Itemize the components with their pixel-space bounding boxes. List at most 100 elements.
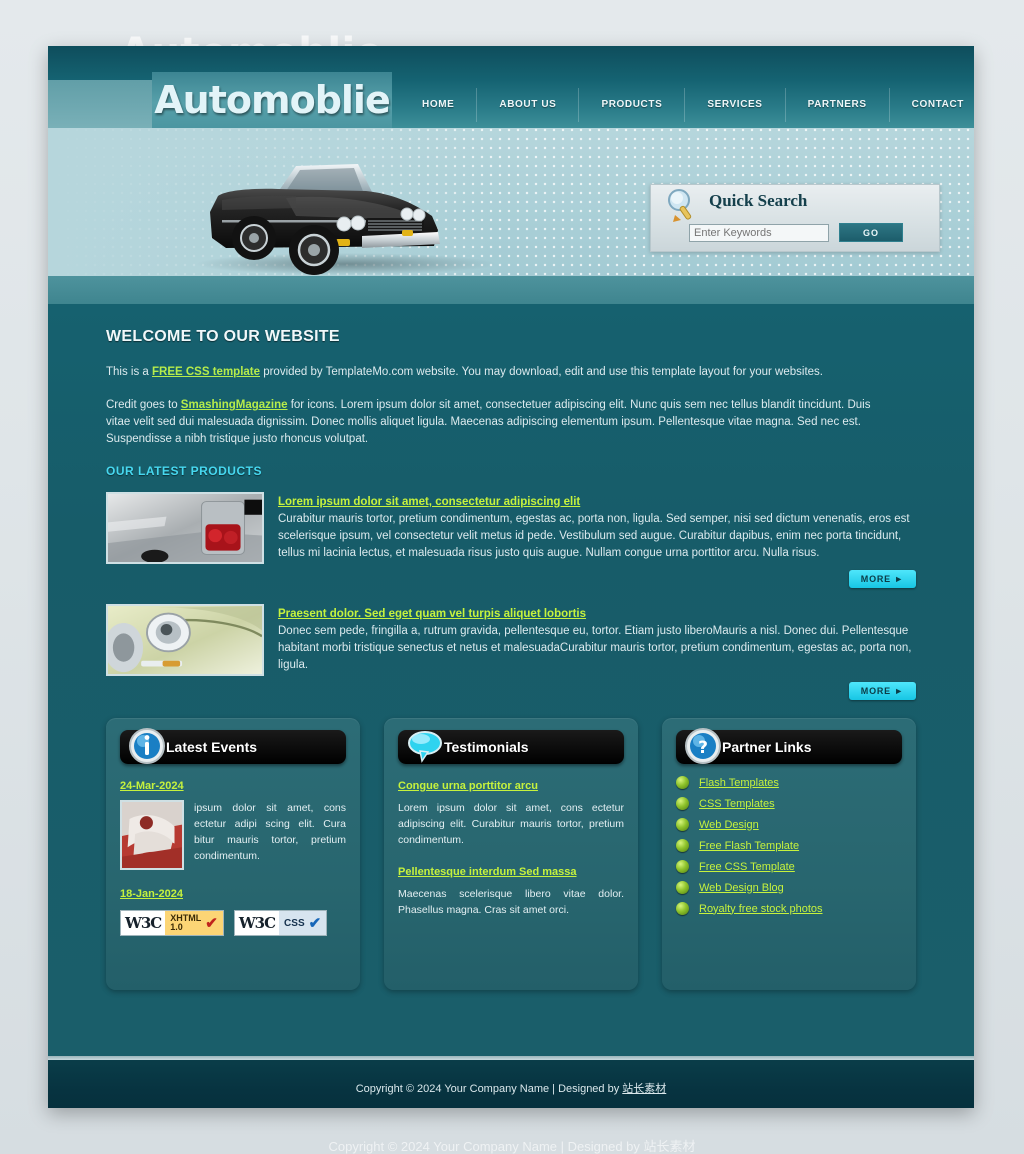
quick-search-title: Quick Search bbox=[709, 191, 808, 210]
partner-link-web-design[interactable]: Web Design bbox=[699, 819, 759, 831]
bullet-icon bbox=[676, 776, 689, 789]
event-body-1: ipsum dolor sit amet, cons ectetur adipi… bbox=[120, 800, 346, 870]
partner-link-flash-templates[interactable]: Flash Templates bbox=[699, 777, 779, 789]
product-more-row: MORE ► bbox=[106, 682, 916, 700]
product-more-button-2[interactable]: MORE ► bbox=[848, 682, 916, 700]
quick-search-form: GO bbox=[689, 223, 903, 242]
site-footer: Copyright © 2024 Your Company Name | Des… bbox=[48, 1060, 974, 1108]
validation-badges: W3C XHTML 1.0 ✔ W3C CSS ✔ bbox=[120, 910, 346, 936]
testimonial-title-1[interactable]: Congue urna porttitor arcu bbox=[398, 780, 538, 792]
free-css-template-link[interactable]: FREE CSS template bbox=[152, 366, 260, 378]
svg-text:?: ? bbox=[698, 738, 708, 758]
designer-link[interactable]: 站长素材 bbox=[622, 1083, 666, 1095]
quick-search-panel: Quick Search GO bbox=[650, 184, 940, 252]
bullet-icon bbox=[676, 902, 689, 915]
bullet-icon bbox=[676, 860, 689, 873]
product-more-row: MORE ► bbox=[106, 570, 916, 588]
nav-item-products[interactable]: PRODUCTS bbox=[579, 88, 686, 122]
bullet-icon bbox=[676, 818, 689, 831]
bottom-boxes: Latest Events 24-Mar-2024 ipsum dolor si… bbox=[106, 718, 916, 990]
partner-link-css-templates[interactable]: CSS Templates bbox=[699, 798, 775, 810]
intro-p2-pre: Credit goes to bbox=[106, 399, 181, 411]
product-thumbnail-headlight[interactable] bbox=[106, 604, 264, 676]
xhtml-label-line2: 1.0 bbox=[170, 922, 183, 932]
product-thumbnail-taillight[interactable] bbox=[106, 492, 264, 564]
smashing-magazine-link[interactable]: SmashingMagazine bbox=[181, 399, 288, 411]
info-icon bbox=[129, 728, 165, 764]
testimonials-title: Testimonials bbox=[444, 739, 529, 755]
bullet-icon bbox=[676, 839, 689, 852]
page-title: WELCOME TO OUR WEBSITE bbox=[106, 328, 340, 345]
magnifier-pencil-icon bbox=[668, 189, 692, 222]
partner-link-free-flash-template[interactable]: Free Flash Template bbox=[699, 840, 799, 852]
event-date-2[interactable]: 18-Jan-2024 bbox=[120, 888, 183, 900]
w3c-mark: W3C bbox=[121, 911, 166, 935]
search-input[interactable] bbox=[689, 223, 829, 242]
w3c-css-badge[interactable]: W3C CSS ✔ bbox=[233, 910, 328, 936]
partner-link-royalty-free-stock-photos[interactable]: Royalty free stock photos bbox=[699, 903, 823, 915]
testimonial-text-2: Maecenas scelerisque libero vitae dolor.… bbox=[398, 888, 624, 916]
nav-item-partners[interactable]: PARTNERS bbox=[786, 88, 890, 122]
product-item: Lorem ipsum dolor sit amet, consectetur … bbox=[106, 492, 916, 564]
testimonials-box: Testimonials Congue urna porttitor arcu … bbox=[384, 718, 638, 990]
latest-events-title: Latest Events bbox=[166, 739, 258, 755]
site-header: Automoblie HOME ABOUT US PRODUCTS SERVIC… bbox=[48, 46, 974, 128]
site-logo-text: Automoblie bbox=[154, 78, 390, 122]
w3c-xhtml-badge[interactable]: W3C XHTML 1.0 ✔ bbox=[120, 910, 224, 936]
nav-item-home[interactable]: HOME bbox=[400, 88, 478, 122]
nav-item-services[interactable]: SERVICES bbox=[685, 88, 786, 122]
list-item: Royalty free stock photos bbox=[676, 902, 902, 915]
list-item: Flash Templates bbox=[676, 776, 902, 789]
list-item: Web Design Blog bbox=[676, 881, 902, 894]
partner-links-box: ? Partner Links Flash Templates CSS Temp… bbox=[662, 718, 916, 990]
testimonial-title-2[interactable]: Pellentesque interdum Sed massa bbox=[398, 866, 577, 878]
headlight-photo bbox=[108, 606, 262, 674]
nav-item-about-us[interactable]: ABOUT US bbox=[477, 88, 580, 122]
product-item: Praesent dolor. Sed eget quam vel turpis… bbox=[106, 604, 916, 676]
list-item: CSS Templates bbox=[676, 797, 902, 810]
partner-link-web-design-blog[interactable]: Web Design Blog bbox=[699, 882, 784, 894]
partner-links-header: ? Partner Links bbox=[676, 728, 902, 764]
list-item: Free Flash Template bbox=[676, 839, 902, 852]
css-label: CSS ✔ bbox=[279, 911, 327, 935]
speech-bubble-icon bbox=[408, 731, 442, 763]
event-thumbnail[interactable] bbox=[120, 800, 184, 870]
product-title-link[interactable]: Lorem ipsum dolor sit amet, consectetur … bbox=[278, 496, 580, 508]
hero-banner: Quick Search GO bbox=[48, 128, 974, 304]
partner-links-list: Flash Templates CSS Templates Web Design… bbox=[676, 776, 902, 915]
product-more-button-1[interactable]: MORE ► bbox=[848, 570, 916, 588]
product-body: Praesent dolor. Sed eget quam vel turpis… bbox=[278, 604, 916, 676]
w3c-mark: W3C bbox=[234, 911, 280, 935]
product-body: Lorem ipsum dolor sit amet, consectetur … bbox=[278, 492, 916, 564]
intro-paragraph-1: This is a FREE CSS template provided by … bbox=[106, 364, 896, 381]
intro-p1-pre: This is a bbox=[106, 366, 153, 378]
intro-paragraph-2: Credit goes to SmashingMagazine for icon… bbox=[106, 397, 896, 448]
bullet-icon bbox=[676, 881, 689, 894]
partner-link-free-css-template[interactable]: Free CSS Template bbox=[699, 861, 795, 873]
list-item: Free CSS Template bbox=[676, 860, 902, 873]
classic-car-illustration bbox=[196, 164, 496, 275]
checkmark-icon: ✔ bbox=[205, 914, 218, 932]
list-item: Web Design bbox=[676, 818, 902, 831]
website-page: Automoblie HOME ABOUT US PRODUCTS SERVIC… bbox=[48, 46, 974, 1108]
event-description-1: ipsum dolor sit amet, cons ectetur adipi… bbox=[194, 802, 346, 862]
testimonial-text-1: Lorem ipsum dolor sit amet, cons ectetur… bbox=[398, 802, 624, 846]
checkmark-icon: ✔ bbox=[308, 914, 322, 932]
main-navigation: HOME ABOUT US PRODUCTS SERVICES PARTNERS… bbox=[400, 82, 974, 128]
intro-p1-post: provided by TemplateMo.com website. You … bbox=[260, 366, 823, 378]
xhtml-label: XHTML 1.0 ✔ bbox=[165, 911, 223, 935]
css-label-line1: CSS bbox=[284, 917, 305, 929]
event-date-1[interactable]: 24-Mar-2024 bbox=[120, 780, 184, 792]
site-logo[interactable]: Automoblie bbox=[152, 72, 392, 128]
latest-events-box: Latest Events 24-Mar-2024 ipsum dolor si… bbox=[106, 718, 360, 990]
latest-products-heading: OUR LATEST PRODUCTS bbox=[106, 464, 262, 478]
bullet-icon bbox=[676, 797, 689, 810]
testimonials-header: Testimonials bbox=[398, 730, 624, 764]
taillight-photo bbox=[108, 494, 262, 562]
nav-item-contact[interactable]: CONTACT bbox=[890, 88, 974, 122]
copyright-text: Copyright © 2024 Your Company Name | Des… bbox=[356, 1080, 667, 1096]
question-mark-icon: ? bbox=[685, 728, 721, 764]
search-go-button[interactable]: GO bbox=[839, 223, 903, 242]
latest-events-header: Latest Events bbox=[120, 728, 346, 764]
product-title-link[interactable]: Praesent dolor. Sed eget quam vel turpis… bbox=[278, 608, 586, 620]
